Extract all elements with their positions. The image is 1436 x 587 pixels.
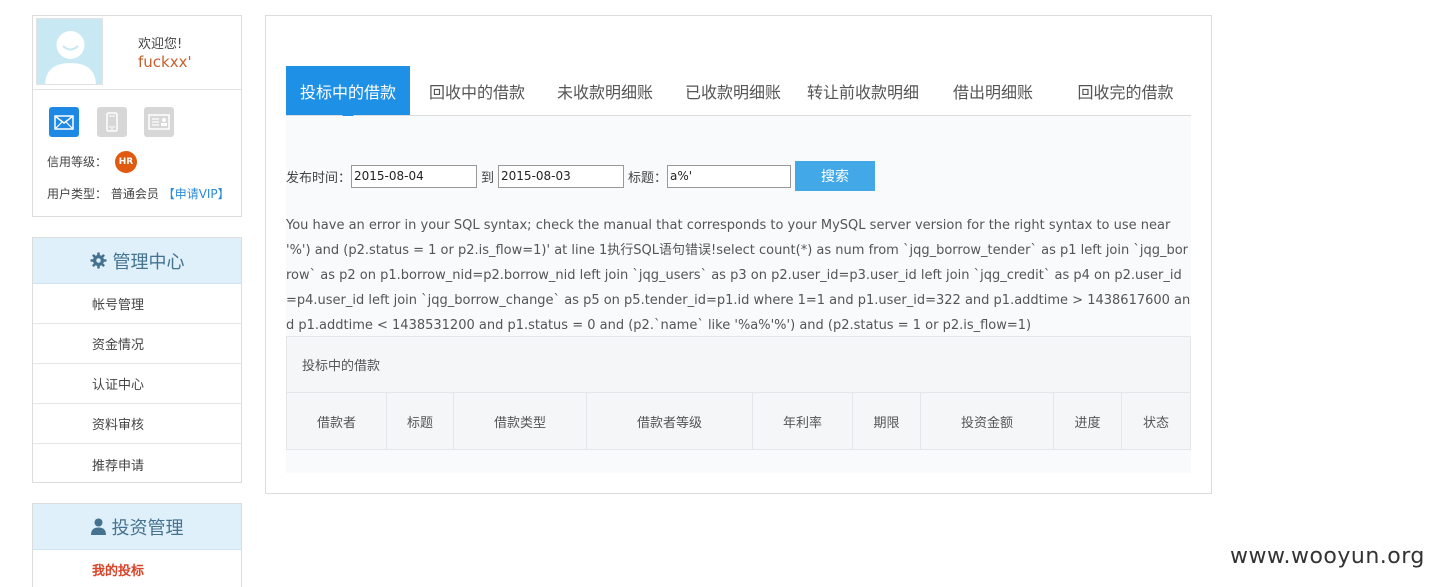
watermark: www.wooyun.org — [1230, 544, 1425, 569]
management-menu-title: 管理中心 — [112, 251, 185, 273]
content-area: 发布时间： 到 标题： 搜索 You have an error in your… — [286, 116, 1191, 473]
tab-pre-transfer-details[interactable]: 转让前收款明细 — [800, 66, 926, 115]
investment-menu: 投资管理 我的投标 — [32, 503, 242, 587]
publish-date-label: 发布时间： — [286, 170, 352, 186]
search-button[interactable]: 搜索 — [795, 161, 876, 191]
phone-icon[interactable] — [97, 107, 127, 137]
credit-level-badge: HR — [115, 151, 137, 173]
column-header-progress: 进度 — [1054, 393, 1122, 449]
filter-row: 发布时间： 到 标题： 搜索 — [286, 161, 876, 191]
menu-item-funds[interactable]: 资金情况 — [33, 324, 241, 364]
column-header-annual-rate: 年利率 — [753, 393, 853, 449]
avatar[interactable] — [36, 18, 103, 85]
menu-item-verification[interactable]: 认证中心 — [33, 364, 241, 404]
title-input[interactable] — [667, 164, 792, 188]
tab-bar: 投标中的借款 回收中的借款 未收款明细账 已收款明细账 转让前收款明细 借出明细… — [286, 66, 1191, 121]
main-panel: 投标中的借款 回收中的借款 未收款明细账 已收款明细账 转让前收款明细 借出明细… — [265, 15, 1212, 494]
tab-bidding-loans[interactable]: 投标中的借款 — [286, 66, 410, 121]
avatar-placeholder-icon — [37, 19, 102, 84]
user-type-row: 用户类型： 普通会员 【申请VIP】 — [47, 185, 230, 202]
email-icon[interactable] — [49, 107, 79, 137]
id-card-icon[interactable] — [144, 107, 174, 137]
column-header-status: 状态 — [1142, 415, 1169, 431]
investment-menu-header: 投资管理 — [33, 504, 241, 550]
sql-error-message: You have an error in your SQL syntax; ch… — [286, 218, 1191, 333]
loans-table: 投标中的借款 借款者 标题 借款类型 借款者等级 年利率 期限 投资金额 进度 … — [286, 336, 1191, 450]
username: fuckxx' — [138, 53, 192, 71]
gear-icon — [89, 252, 107, 269]
tab-recovering-loans[interactable]: 回收中的借款 — [410, 66, 544, 115]
menu-item-data-review[interactable]: 资料审核 — [33, 404, 241, 444]
menu-item-my-bids[interactable]: 我的投标 — [33, 550, 241, 587]
column-header-borrower-level: 借款者等级 — [587, 393, 753, 449]
date-to-input[interactable] — [498, 164, 625, 188]
table-header-row: 借款者 标题 借款类型 借款者等级 年利率 期限 投资金额 进度 状态 — [287, 393, 1190, 449]
welcome-text: 欢迎您! — [138, 37, 183, 52]
title-label: 标题： — [628, 170, 668, 186]
divider — [33, 89, 241, 90]
tab-completed-loans[interactable]: 回收完的借款 — [1060, 66, 1191, 115]
apply-vip-link[interactable]: 【申请VIP】 — [163, 187, 230, 201]
tab-received-details[interactable]: 已收款明细账 — [666, 66, 800, 115]
user-icon — [90, 518, 106, 535]
investment-menu-title: 投资管理 — [111, 517, 184, 539]
column-header-amount: 投资金额 — [921, 393, 1054, 449]
column-header-title: 标题 — [387, 393, 454, 449]
date-from-input[interactable] — [351, 164, 478, 188]
user-type-value: 普通会员 — [110, 187, 159, 201]
credit-level-label: 信用等级： — [47, 155, 108, 169]
date-range-separator: 到 — [481, 170, 495, 186]
user-type-label: 用户类型： — [47, 187, 108, 201]
management-menu-header: 管理中心 — [33, 238, 241, 284]
tab-unreceived-details[interactable]: 未收款明细账 — [544, 66, 666, 115]
management-menu: 管理中心 帐号管理 资金情况 认证中心 资料审核 推荐申请 — [32, 237, 242, 483]
menu-item-referral[interactable]: 推荐申请 — [33, 444, 241, 484]
column-header-term: 期限 — [853, 393, 921, 449]
menu-item-account[interactable]: 帐号管理 — [33, 284, 241, 324]
table-caption: 投标中的借款 — [287, 337, 1190, 393]
column-header-loan-type: 借款类型 — [454, 393, 587, 449]
column-header-borrower: 借款者 — [287, 393, 387, 449]
profile-card: 欢迎您! fuckxx' 信用等级： HR 用户类型： 普通会员 【申请VIP】 — [32, 15, 242, 217]
tab-lending-details[interactable]: 借出明细账 — [926, 66, 1060, 115]
